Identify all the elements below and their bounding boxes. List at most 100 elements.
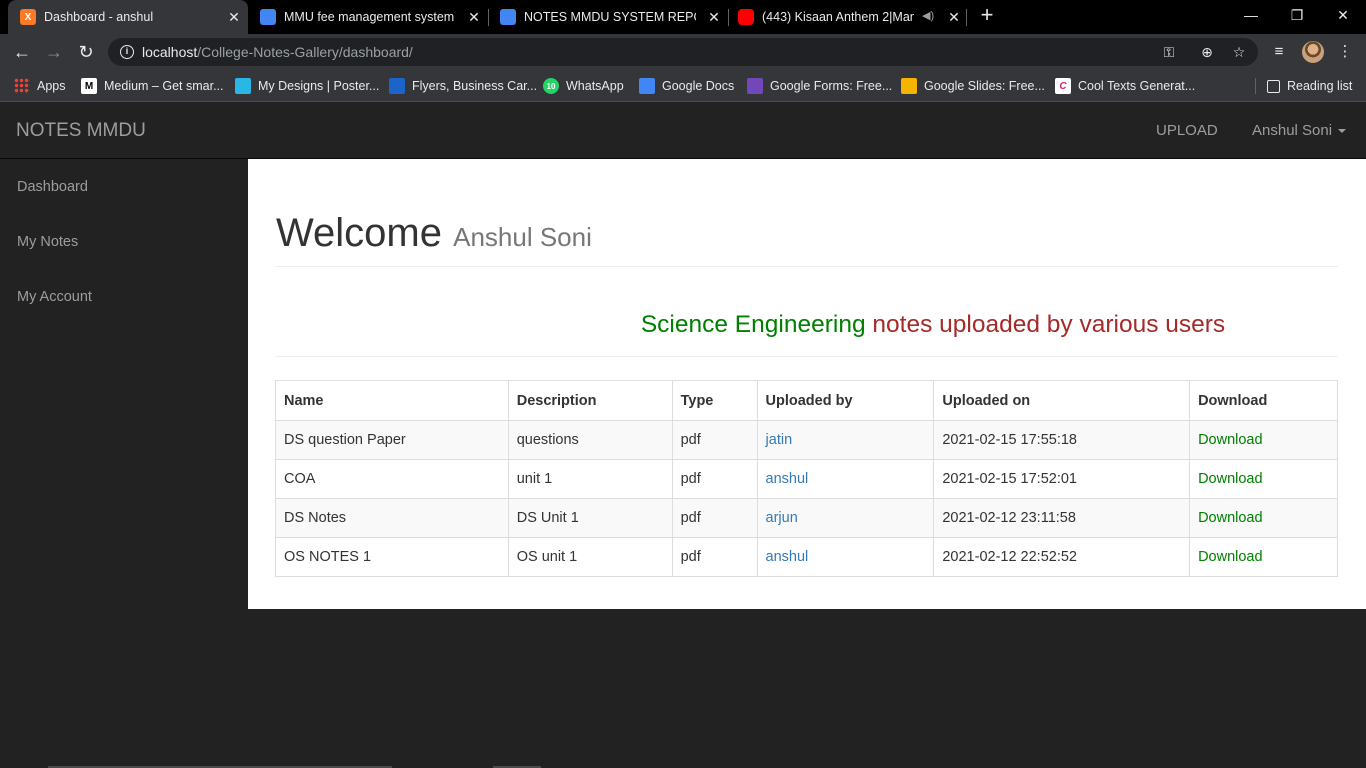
google-docs-icon <box>260 9 276 25</box>
youtube-icon <box>738 9 754 25</box>
google-docs-icon <box>500 9 516 25</box>
tab-title: MMU fee management system - <box>284 10 456 24</box>
apps-grid-icon <box>14 78 30 94</box>
address-bar[interactable]: i localhost/College-Notes-Gallery/dashbo… <box>108 38 1258 66</box>
url-host: localhost <box>142 44 198 60</box>
bookmark-divider <box>1255 78 1256 94</box>
bookmark-whatsapp[interactable]: 10 WhatsApp <box>543 76 624 96</box>
note-type: pdf <box>671 459 758 499</box>
zoom-icon[interactable]: ⊕ <box>1198 43 1216 61</box>
bookmark-flyers[interactable]: Flyers, Business Car... <box>389 76 537 96</box>
top-navbar: NOTES MMDU UPLOAD Anshul Soni <box>0 102 1366 159</box>
table-header-row: Name Description Type Uploaded by Upload… <box>275 380 1338 421</box>
upload-date: 2021-02-15 17:52:01 <box>933 459 1191 499</box>
bookmarks-bar: Apps M Medium – Get smar... My Designs |… <box>0 70 1366 102</box>
bookmark-medium[interactable]: M Medium – Get smar... <box>81 76 223 96</box>
url-text[interactable]: localhost/College-Notes-Gallery/dashboar… <box>142 44 413 60</box>
bookmark-google-docs[interactable]: Google Docs <box>639 76 734 96</box>
tab-notes-report[interactable]: NOTES MMDU SYSTEM REPORT ✕ <box>488 0 728 34</box>
xampp-icon: X <box>20 9 36 25</box>
site-brand[interactable]: NOTES MMDU <box>16 120 146 142</box>
column-header: Uploaded on <box>933 380 1191 421</box>
download-link[interactable]: Download <box>1198 432 1263 448</box>
google-docs-icon <box>639 78 655 94</box>
profile-avatar[interactable] <box>1302 41 1324 63</box>
window-close-icon[interactable]: ✕ <box>1330 4 1356 26</box>
download-link[interactable]: Download <box>1198 549 1263 565</box>
whatsapp-icon: 10 <box>543 78 559 94</box>
table-row: OS NOTES 1 OS unit 1 pdf anshul 2021-02-… <box>275 537 1338 577</box>
note-description: unit 1 <box>507 459 673 499</box>
upload-date: 2021-02-12 22:52:52 <box>933 537 1191 577</box>
tab-title: (443) Kisaan Anthem 2|Mank <box>762 10 914 24</box>
tab-mmu-fee[interactable]: MMU fee management system - ✕ <box>248 0 488 34</box>
column-header: Description <box>507 380 673 421</box>
download-link[interactable]: Download <box>1198 510 1263 526</box>
browser-toolbar: ← → ↻ i localhost/College-Notes-Gallery/… <box>0 34 1366 70</box>
bookmark-label: Google Forms: Free... <box>770 79 893 93</box>
back-arrow-icon[interactable]: ← <box>10 40 34 64</box>
bookmark-label: Apps <box>37 79 66 93</box>
bookmark-label: Cool Texts Generat... <box>1078 79 1196 93</box>
department-heading: Science Engineering notes uploaded by va… <box>433 311 1366 339</box>
info-icon[interactable]: i <box>120 45 134 59</box>
bookmark-google-slides[interactable]: Google Slides: Free... <box>901 76 1045 96</box>
uploader-link[interactable]: anshul <box>766 549 809 565</box>
media-queue-icon[interactable]: ≡ <box>1268 41 1290 63</box>
tab-dashboard[interactable]: X Dashboard - anshul ✕ <box>8 0 248 34</box>
reading-list-icon <box>1267 79 1280 93</box>
sidebar-item-my-account[interactable]: My Account <box>17 289 92 305</box>
medium-icon: M <box>81 78 97 94</box>
menu-kebab-icon[interactable]: ⋮ <box>1334 41 1356 63</box>
upload-link[interactable]: UPLOAD <box>1156 122 1218 139</box>
tab-title: Dashboard - anshul <box>44 10 154 24</box>
note-type: pdf <box>671 420 758 460</box>
user-dropdown[interactable]: Anshul Soni <box>1252 122 1347 139</box>
table-row: DS Notes DS Unit 1 pdf arjun 2021-02-12 … <box>275 498 1338 538</box>
reading-list-label: Reading list <box>1287 79 1353 93</box>
sidebar-item-my-notes[interactable]: My Notes <box>17 234 78 250</box>
note-type: pdf <box>671 498 758 538</box>
bookmark-label: My Designs | Poster... <box>258 79 380 93</box>
bookmark-google-forms[interactable]: Google Forms: Free... <box>747 76 892 96</box>
page-title: Welcome Anshul Soni <box>276 211 592 256</box>
close-icon[interactable]: ✕ <box>946 9 962 25</box>
welcome-text: Welcome <box>276 211 442 255</box>
web-page: NOTES MMDU UPLOAD Anshul Soni Dashboard … <box>0 102 1366 768</box>
uploader-link[interactable]: arjun <box>766 510 798 526</box>
column-header: Type <box>671 380 758 421</box>
key-icon[interactable]: ⚿ <box>1160 43 1178 61</box>
table-row: DS question Paper questions pdf jatin 20… <box>275 420 1338 460</box>
note-name: DS Notes <box>275 498 509 538</box>
forward-arrow-icon[interactable]: → <box>42 40 66 64</box>
bookmark-label: Google Slides: Free... <box>924 79 1045 93</box>
sidebar-item-dashboard[interactable]: Dashboard <box>17 179 88 195</box>
reading-list-button[interactable]: Reading list <box>1267 76 1352 96</box>
download-link[interactable]: Download <box>1198 471 1263 487</box>
close-icon[interactable]: ✕ <box>466 9 482 25</box>
title-divider <box>275 266 1338 267</box>
column-header: Name <box>275 380 509 421</box>
restore-icon[interactable]: ❐ <box>1284 4 1310 26</box>
reload-icon[interactable]: ↻ <box>74 40 98 64</box>
column-header: Download <box>1189 380 1338 421</box>
bookmark-apps[interactable]: Apps <box>14 76 66 96</box>
user-name: Anshul Soni <box>1252 122 1333 139</box>
caret-down-icon <box>1338 129 1347 134</box>
google-slides-icon <box>901 78 917 94</box>
bookmark-cool-texts[interactable]: C Cool Texts Generat... <box>1055 76 1195 96</box>
close-icon[interactable]: ✕ <box>226 9 242 25</box>
uploader-link[interactable]: jatin <box>766 432 793 448</box>
speaker-icon[interactable]: ◀) <box>922 9 934 22</box>
minimize-icon[interactable]: — <box>1238 4 1264 26</box>
new-tab-plus-icon[interactable]: + <box>976 4 998 27</box>
uploader-link[interactable]: anshul <box>766 471 809 487</box>
star-icon[interactable]: ☆ <box>1230 43 1248 61</box>
tab-youtube[interactable]: (443) Kisaan Anthem 2|Mank ◀) ✕ <box>728 0 968 34</box>
column-header: Uploaded by <box>756 380 935 421</box>
department-name: Science Engineering <box>640 311 866 338</box>
google-forms-icon <box>747 78 763 94</box>
close-icon[interactable]: ✕ <box>706 9 722 25</box>
bookmark-my-designs[interactable]: My Designs | Poster... <box>235 76 379 96</box>
note-name: DS question Paper <box>275 420 509 460</box>
